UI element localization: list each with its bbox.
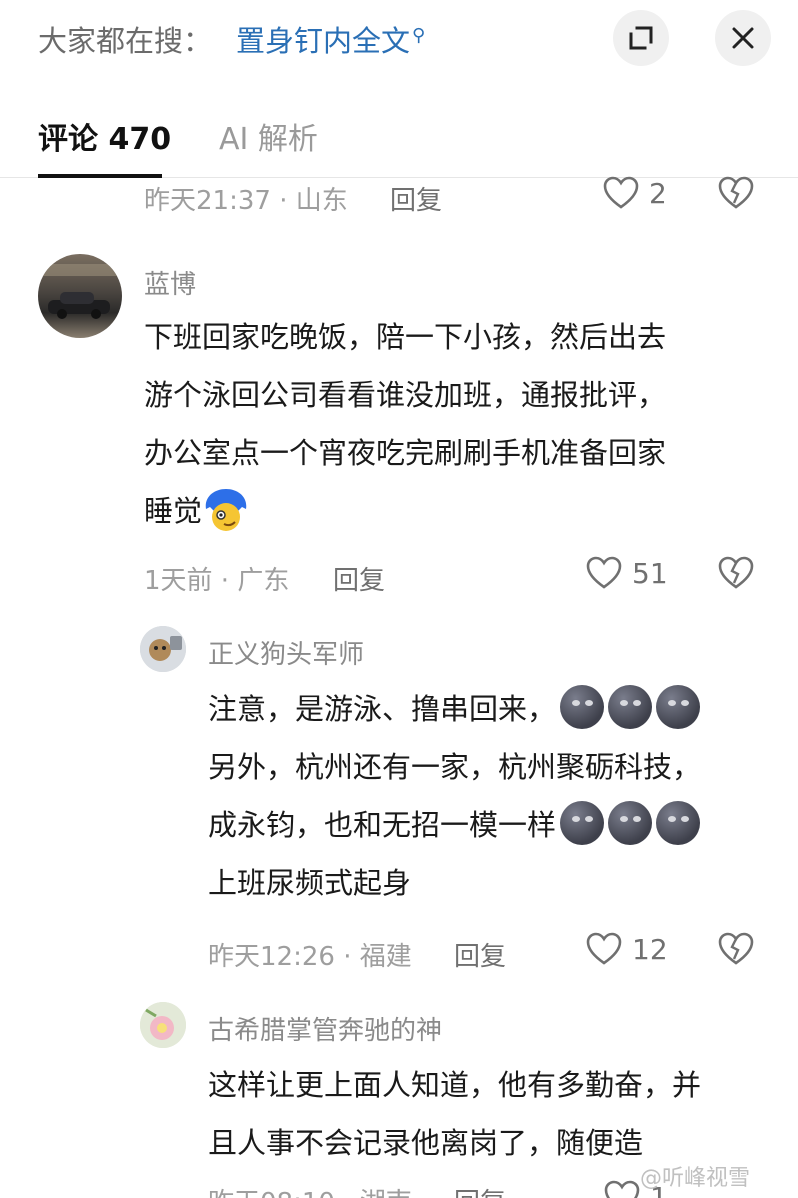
comment-line: 办公室点一个宵夜吃完刷刷手机准备回家 bbox=[144, 436, 667, 470]
search-suggestion-link[interactable]: 置身钉内全文 ⚲ bbox=[236, 18, 425, 60]
reply-text: 注意，是游泳、撸串回来， 另外，杭州还有一家，杭州聚砺科技， 成永钧，也和无招一… bbox=[208, 680, 701, 912]
search-icon: ⚲ bbox=[412, 25, 426, 46]
dog-avatar-icon bbox=[140, 626, 186, 672]
close-button[interactable] bbox=[715, 10, 771, 66]
heart-icon bbox=[586, 932, 622, 965]
moon-emoji-icon bbox=[656, 801, 701, 845]
moon-emoji-icon bbox=[560, 801, 605, 845]
avatar[interactable] bbox=[140, 1002, 186, 1048]
comment-username[interactable]: 蓝博 bbox=[144, 264, 196, 301]
tab-comments[interactable]: 评论 470 bbox=[38, 114, 171, 158]
heart-icon bbox=[604, 1180, 640, 1198]
moon-emoji-icon bbox=[608, 801, 653, 845]
avatar[interactable] bbox=[140, 626, 186, 672]
like-count: 51 bbox=[632, 556, 668, 590]
reply-line: 成永钧，也和无招一模一样 bbox=[208, 808, 557, 842]
reply-line: 这样让更上面人知道，他有多勤奋，并 bbox=[208, 1068, 702, 1102]
like-count: 2 bbox=[649, 176, 667, 210]
reply-line: 且人事不会记录他离岗了，随便造 bbox=[208, 1126, 644, 1160]
like-button[interactable]: 12 bbox=[586, 932, 668, 966]
search-prefix-label: 大家都在搜： bbox=[38, 24, 213, 58]
comment-line: 睡觉 bbox=[144, 494, 203, 528]
heart-icon bbox=[586, 556, 622, 589]
reply-line: 上班尿频式起身 bbox=[208, 866, 412, 900]
reply-meta: 昨天12:26 · 福建 bbox=[208, 942, 412, 972]
top-bar: 大家都在搜： 置身钉内全文 ⚲ bbox=[0, 0, 798, 80]
car-photo-icon bbox=[38, 264, 122, 319]
comment-line: 游个泳回公司看看谁没加班，通报批评， bbox=[144, 378, 667, 412]
avatar[interactable] bbox=[38, 254, 122, 338]
reply-button[interactable]: 回复 bbox=[390, 180, 442, 217]
reply-username[interactable]: 正义狗头军师 bbox=[208, 634, 364, 671]
like-button[interactable]: 2 bbox=[603, 176, 667, 210]
reply-line: 另外，杭州还有一家，杭州聚砺科技， bbox=[208, 750, 702, 784]
watermark: @听峰视雪 bbox=[640, 1166, 751, 1191]
reply-username[interactable]: 古希腊掌管奔驰的神 bbox=[208, 1010, 442, 1047]
comment-meta: 1天前 · 广东 bbox=[144, 566, 290, 596]
moon-emoji-icon bbox=[560, 685, 605, 729]
reply-button[interactable]: 回复 bbox=[333, 560, 385, 597]
moon-emoji-icon bbox=[656, 685, 701, 729]
reply-text: 这样让更上面人知道，他有多勤奋，并 且人事不会记录他离岗了，随便造 bbox=[208, 1056, 701, 1172]
expand-icon bbox=[629, 26, 653, 50]
like-count: 12 bbox=[632, 932, 668, 966]
flower-avatar-icon bbox=[140, 1002, 186, 1048]
like-button[interactable]: 51 bbox=[586, 556, 668, 590]
reply-button[interactable]: 回复 bbox=[454, 936, 506, 973]
expand-button[interactable] bbox=[613, 10, 669, 66]
emoji-icon bbox=[205, 489, 247, 531]
tab-ai-analysis[interactable]: AI 解析 bbox=[219, 114, 318, 158]
reply-button[interactable]: 回复 bbox=[454, 1182, 506, 1198]
moon-emoji-icon bbox=[608, 685, 653, 729]
broken-heart-icon[interactable] bbox=[718, 176, 754, 210]
search-term-text: 置身钉内全文 bbox=[236, 24, 411, 58]
heart-icon bbox=[603, 176, 639, 209]
reply-line: 注意，是游泳、撸串回来， bbox=[208, 692, 557, 726]
comment-line: 下班回家吃晚饭，陪一下小孩，然后出去 bbox=[144, 320, 667, 354]
comment-meta: 昨天21:37 · 山东 bbox=[144, 186, 348, 216]
tab-active-indicator bbox=[38, 174, 162, 178]
comment-text: 下班回家吃晚饭，陪一下小孩，然后出去 游个泳回公司看看谁没加班，通报批评， 办公… bbox=[144, 308, 666, 540]
broken-heart-icon[interactable] bbox=[718, 556, 754, 590]
close-icon bbox=[732, 27, 754, 49]
tab-bar: 评论 470 AI 解析 bbox=[0, 100, 798, 178]
broken-heart-icon[interactable] bbox=[718, 932, 754, 966]
reply-meta: 昨天08:10 · 湖南 bbox=[208, 1182, 412, 1198]
